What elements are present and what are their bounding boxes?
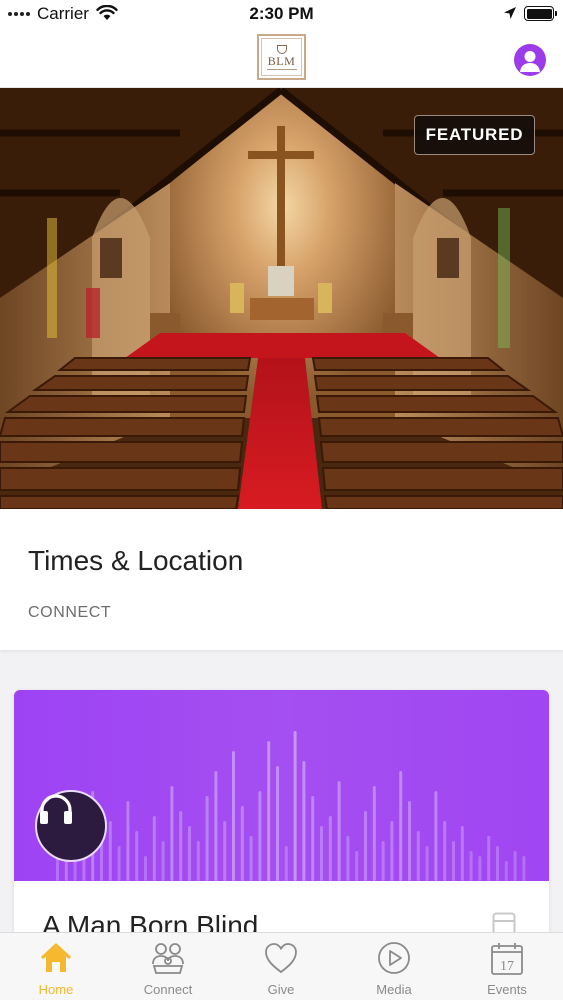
profile-button[interactable] <box>514 44 546 76</box>
waveform-bar <box>434 791 438 881</box>
waveform-bar <box>372 786 376 881</box>
waveform-bar <box>258 791 262 881</box>
card-title: Times & Location <box>28 545 244 576</box>
waveform-bar <box>337 781 341 881</box>
featured-hero[interactable]: FEATURED <box>0 88 563 509</box>
waveform-bar <box>232 751 235 881</box>
location-arrow-icon <box>503 6 517 25</box>
tab-events[interactable]: 17 Events <box>451 933 563 1000</box>
waveform-bar <box>399 771 403 881</box>
waveform-bar <box>460 826 464 881</box>
waveform-bar <box>408 801 411 881</box>
waveform-bar <box>390 821 394 881</box>
tab-connect[interactable]: Connect <box>112 933 224 1000</box>
waveform-bar <box>126 801 130 881</box>
waveform-bar <box>513 851 517 881</box>
tab-label-home: Home <box>38 982 74 997</box>
waveform-bar <box>161 841 165 881</box>
waveform-bar <box>240 806 244 881</box>
tab-label-events: Events <box>487 982 527 997</box>
tab-label-media: Media <box>376 982 412 997</box>
waveform-bar <box>179 811 183 881</box>
status-bar: Carrier 2:30 PM <box>0 0 563 30</box>
waveform-bar <box>381 841 385 881</box>
people-icon <box>152 943 184 974</box>
tab-label-give: Give <box>267 982 295 997</box>
waveform-bar <box>170 786 174 881</box>
waveform-bar <box>223 821 227 881</box>
headphones-icon <box>40 794 72 824</box>
waveform-bar <box>487 836 491 881</box>
play-circle-icon <box>378 942 410 974</box>
waveform-bar <box>117 846 121 881</box>
waveform-bar <box>364 811 367 881</box>
waveform-bar <box>328 816 332 881</box>
media-card[interactable]: A Man Born Blind <box>14 690 549 950</box>
tab-home[interactable]: Home <box>0 933 112 1000</box>
waveform-bar <box>355 851 359 881</box>
tab-give[interactable]: Give <box>225 933 337 1000</box>
waveform-bar <box>311 796 315 881</box>
app-screen: Carrier 2:30 PM BLM FEATURED Times & Loc… <box>0 0 563 1000</box>
waveform-bar <box>214 771 218 881</box>
tab-bar: Home Connect Give Media 17 Events <box>0 932 563 1000</box>
heart-icon <box>265 943 297 974</box>
waveform-bar <box>416 831 420 881</box>
waveform-bar <box>152 816 156 881</box>
waveform-bar <box>346 836 350 881</box>
audio-waveform-art <box>14 690 549 881</box>
clock-time: 2:30 PM <box>249 4 314 23</box>
waveform-bar <box>522 856 526 881</box>
waveform-bar <box>108 821 112 881</box>
calendar-icon: 17 <box>491 943 523 975</box>
featured-badge: FEATURED <box>414 115 535 155</box>
church-logo[interactable]: BLM <box>257 34 306 80</box>
tab-media[interactable]: Media <box>338 933 450 1000</box>
card-category: CONNECT <box>28 604 112 621</box>
logo-rule <box>266 68 297 70</box>
app-header: BLM <box>0 30 563 88</box>
house-icon <box>40 943 72 972</box>
crest-icon <box>276 44 287 54</box>
person-icon <box>520 51 540 72</box>
waveform-bar <box>302 761 306 881</box>
waveform-bar <box>504 861 508 881</box>
logo-frame: BLM <box>261 38 302 76</box>
waveform-bar <box>284 846 288 881</box>
waveform-bar <box>249 836 253 881</box>
waveform-bar <box>293 731 297 881</box>
waveform-bar <box>276 766 279 881</box>
listen-button[interactable] <box>35 790 107 862</box>
waveform-bar <box>267 741 271 881</box>
waveform-bar <box>205 796 209 881</box>
waveform-bar <box>496 846 499 881</box>
waveform-bar <box>135 831 139 881</box>
waveform-bar <box>425 846 429 881</box>
battery-level-fill <box>526 8 552 19</box>
waveform-bar <box>469 851 473 881</box>
waveform-bar <box>452 841 455 881</box>
waveform-bar <box>196 841 200 881</box>
waveform-bar <box>478 856 482 881</box>
waveform-bar <box>188 826 191 881</box>
logo-text: BLM <box>267 53 296 68</box>
times-location-card[interactable]: Times & Location CONNECT <box>0 509 563 650</box>
waveform-bar <box>443 821 447 881</box>
calendar-day-number: 17 <box>500 959 514 974</box>
waveform-bar <box>144 856 147 881</box>
tab-label-connect: Connect <box>143 982 193 997</box>
battery-icon <box>524 6 557 21</box>
waveform-bar <box>320 826 323 881</box>
